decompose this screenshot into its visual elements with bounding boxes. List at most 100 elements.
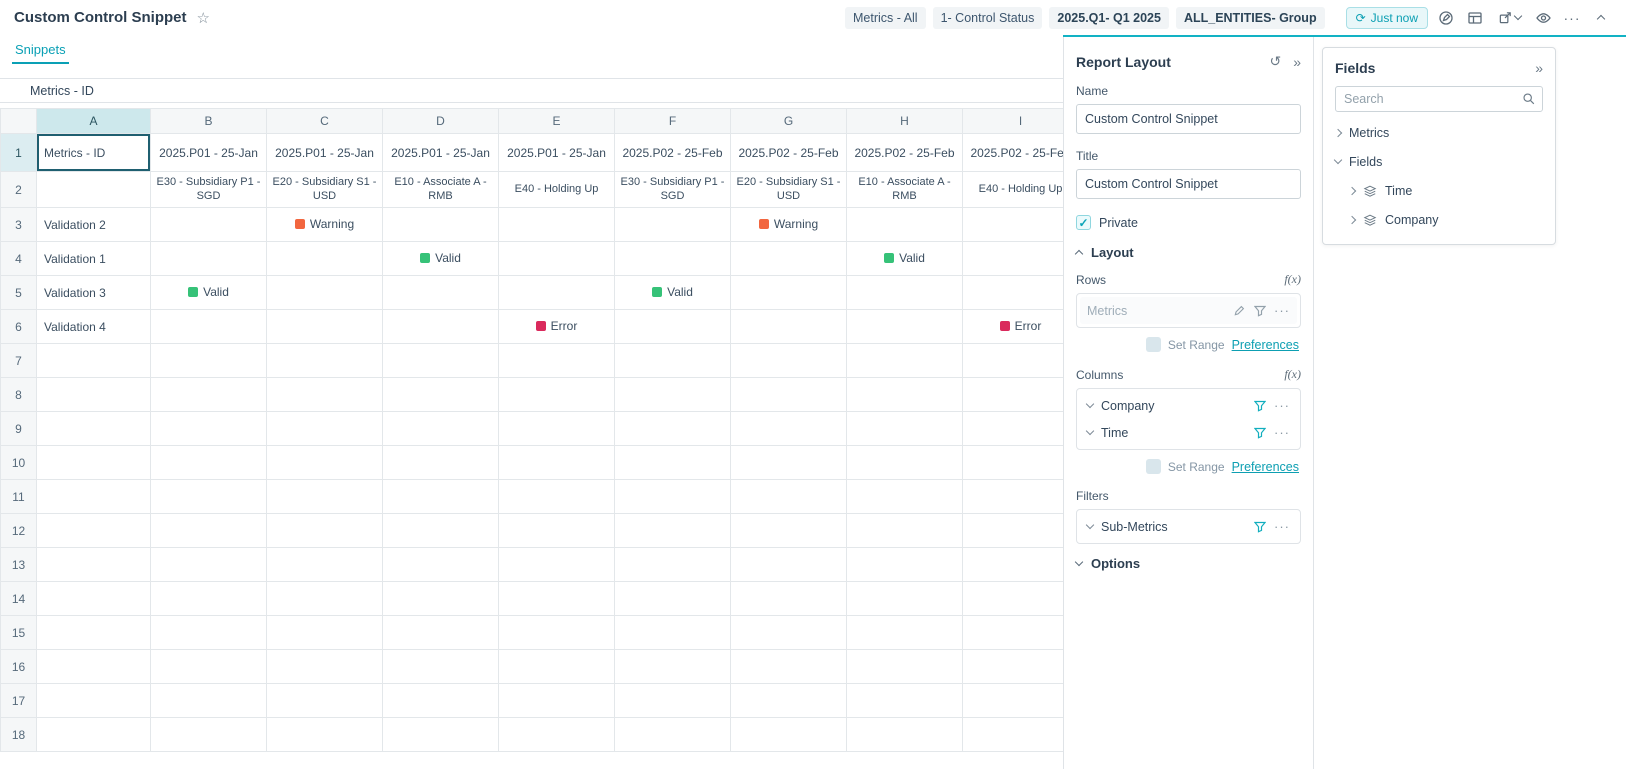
grid-cell-F11[interactable] bbox=[615, 480, 731, 514]
grid-cell-E15[interactable] bbox=[499, 616, 615, 650]
grid-cell-B11[interactable] bbox=[151, 480, 267, 514]
grid-cell-I10[interactable] bbox=[963, 446, 1064, 480]
column-header-I[interactable]: I bbox=[963, 109, 1064, 134]
annotations-icon[interactable] bbox=[1435, 7, 1457, 29]
grid-cell-E16[interactable] bbox=[499, 650, 615, 684]
row-number-3[interactable]: 3 bbox=[1, 208, 37, 242]
grid-cell-A13[interactable] bbox=[37, 548, 151, 582]
eye-icon[interactable] bbox=[1532, 7, 1554, 29]
grid-cell-B16[interactable] bbox=[151, 650, 267, 684]
grid-cell-F9[interactable] bbox=[615, 412, 731, 446]
grid-cell-A14[interactable] bbox=[37, 582, 151, 616]
grid-cell-F5[interactable]: Valid bbox=[615, 276, 731, 310]
row-number-18[interactable]: 18 bbox=[1, 718, 37, 752]
column-header-B[interactable]: B bbox=[151, 109, 267, 134]
grid-cell-I12[interactable] bbox=[963, 514, 1064, 548]
grid-cell-A16[interactable] bbox=[37, 650, 151, 684]
grid-cell-G7[interactable] bbox=[731, 344, 847, 378]
grid-cell-D5[interactable] bbox=[383, 276, 499, 310]
grid-cell-C9[interactable] bbox=[267, 412, 383, 446]
private-checkbox[interactable]: ✓ bbox=[1076, 215, 1091, 230]
grid-cell-H13[interactable] bbox=[847, 548, 963, 582]
more-icon[interactable]: ··· bbox=[1274, 425, 1290, 440]
grid-cell-F1[interactable]: 2025.P02 - 25-Feb bbox=[615, 134, 731, 172]
grid-cell-C3[interactable]: Warning bbox=[267, 208, 383, 242]
row-number-6[interactable]: 6 bbox=[1, 310, 37, 344]
grid-cell-E18[interactable] bbox=[499, 718, 615, 752]
grid-cell-E10[interactable] bbox=[499, 446, 615, 480]
row-number-8[interactable]: 8 bbox=[1, 378, 37, 412]
grid-cell-C2[interactable]: E20 - Subsidiary S1 -USD bbox=[267, 172, 383, 208]
grid-cell-G2[interactable]: E20 - Subsidiary S1 -USD bbox=[731, 172, 847, 208]
grid-cell-B9[interactable] bbox=[151, 412, 267, 446]
grid-cell-G17[interactable] bbox=[731, 684, 847, 718]
columns-field-time[interactable]: Time ··· bbox=[1080, 419, 1297, 446]
grid-cell-G15[interactable] bbox=[731, 616, 847, 650]
grid-cell-G8[interactable] bbox=[731, 378, 847, 412]
grid-cell-F8[interactable] bbox=[615, 378, 731, 412]
grid-cell-H16[interactable] bbox=[847, 650, 963, 684]
grid-cell-I11[interactable] bbox=[963, 480, 1064, 514]
grid-cell-H10[interactable] bbox=[847, 446, 963, 480]
row-number-5[interactable]: 5 bbox=[1, 276, 37, 310]
grid-cell-B18[interactable] bbox=[151, 718, 267, 752]
grid-cell-D11[interactable] bbox=[383, 480, 499, 514]
grid-cell-D2[interactable]: E10 - Associate A - RMB bbox=[383, 172, 499, 208]
collapse-header-icon[interactable] bbox=[1590, 7, 1612, 29]
grid-cell-I5[interactable] bbox=[963, 276, 1064, 310]
grid-cell-G3[interactable]: Warning bbox=[731, 208, 847, 242]
grid-cell-G11[interactable] bbox=[731, 480, 847, 514]
search-input[interactable] bbox=[1335, 86, 1543, 112]
grid-cell-F7[interactable] bbox=[615, 344, 731, 378]
grid-cell-B6[interactable] bbox=[151, 310, 267, 344]
grid-cell-E11[interactable] bbox=[499, 480, 615, 514]
grid-cell-C11[interactable] bbox=[267, 480, 383, 514]
grid-cell-A17[interactable] bbox=[37, 684, 151, 718]
columns-field-company[interactable]: Company ··· bbox=[1080, 392, 1297, 419]
grid-cell-D12[interactable] bbox=[383, 514, 499, 548]
row-number-4[interactable]: 4 bbox=[1, 242, 37, 276]
row-number-10[interactable]: 10 bbox=[1, 446, 37, 480]
spreadsheet[interactable]: ABCDEFGHI1Metrics - ID2025.P01 - 25-Jan2… bbox=[0, 108, 1063, 752]
row-number-7[interactable]: 7 bbox=[1, 344, 37, 378]
grid-cell-E5[interactable] bbox=[499, 276, 615, 310]
column-header-H[interactable]: H bbox=[847, 109, 963, 134]
row-number-16[interactable]: 16 bbox=[1, 650, 37, 684]
favorite-star-icon[interactable]: ☆ bbox=[197, 9, 210, 27]
more-icon[interactable]: ··· bbox=[1274, 519, 1290, 534]
title-input[interactable] bbox=[1076, 169, 1301, 199]
set-range-checkbox[interactable] bbox=[1146, 459, 1161, 474]
filter-icon[interactable] bbox=[1254, 305, 1266, 317]
grid-cell-A4[interactable]: Validation 1 bbox=[37, 242, 151, 276]
row-number-1[interactable]: 1 bbox=[1, 134, 37, 172]
grid-cell-I7[interactable] bbox=[963, 344, 1064, 378]
grid-cell-E2[interactable]: E40 - Holding Up bbox=[499, 172, 615, 208]
grid-cell-A6[interactable]: Validation 4 bbox=[37, 310, 151, 344]
preferences-link[interactable]: Preferences bbox=[1232, 460, 1299, 474]
column-header-G[interactable]: G bbox=[731, 109, 847, 134]
grid-cell-C8[interactable] bbox=[267, 378, 383, 412]
grid-cell-E8[interactable] bbox=[499, 378, 615, 412]
row-number-11[interactable]: 11 bbox=[1, 480, 37, 514]
grid-cell-C17[interactable] bbox=[267, 684, 383, 718]
grid-cell-H11[interactable] bbox=[847, 480, 963, 514]
grid-cell-A18[interactable] bbox=[37, 718, 151, 752]
row-number-14[interactable]: 14 bbox=[1, 582, 37, 616]
grid-cell-I9[interactable] bbox=[963, 412, 1064, 446]
grid-cell-I6[interactable]: Error bbox=[963, 310, 1064, 344]
grid-cell-A3[interactable]: Validation 2 bbox=[37, 208, 151, 242]
grid-cell-B5[interactable]: Valid bbox=[151, 276, 267, 310]
filter-chip-metrics[interactable]: Metrics - All bbox=[845, 7, 926, 29]
grid-cell-F15[interactable] bbox=[615, 616, 731, 650]
grid-cell-C14[interactable] bbox=[267, 582, 383, 616]
grid-cell-D10[interactable] bbox=[383, 446, 499, 480]
grid-cell-I8[interactable] bbox=[963, 378, 1064, 412]
grid-cell-B7[interactable] bbox=[151, 344, 267, 378]
collapse-panel-icon[interactable]: » bbox=[1535, 60, 1543, 76]
grid-cell-D9[interactable] bbox=[383, 412, 499, 446]
grid-cell-F18[interactable] bbox=[615, 718, 731, 752]
grid-cell-H14[interactable] bbox=[847, 582, 963, 616]
formula-icon[interactable]: f(x) bbox=[1284, 272, 1301, 287]
grid-cell-C5[interactable] bbox=[267, 276, 383, 310]
preferences-link[interactable]: Preferences bbox=[1232, 338, 1299, 352]
